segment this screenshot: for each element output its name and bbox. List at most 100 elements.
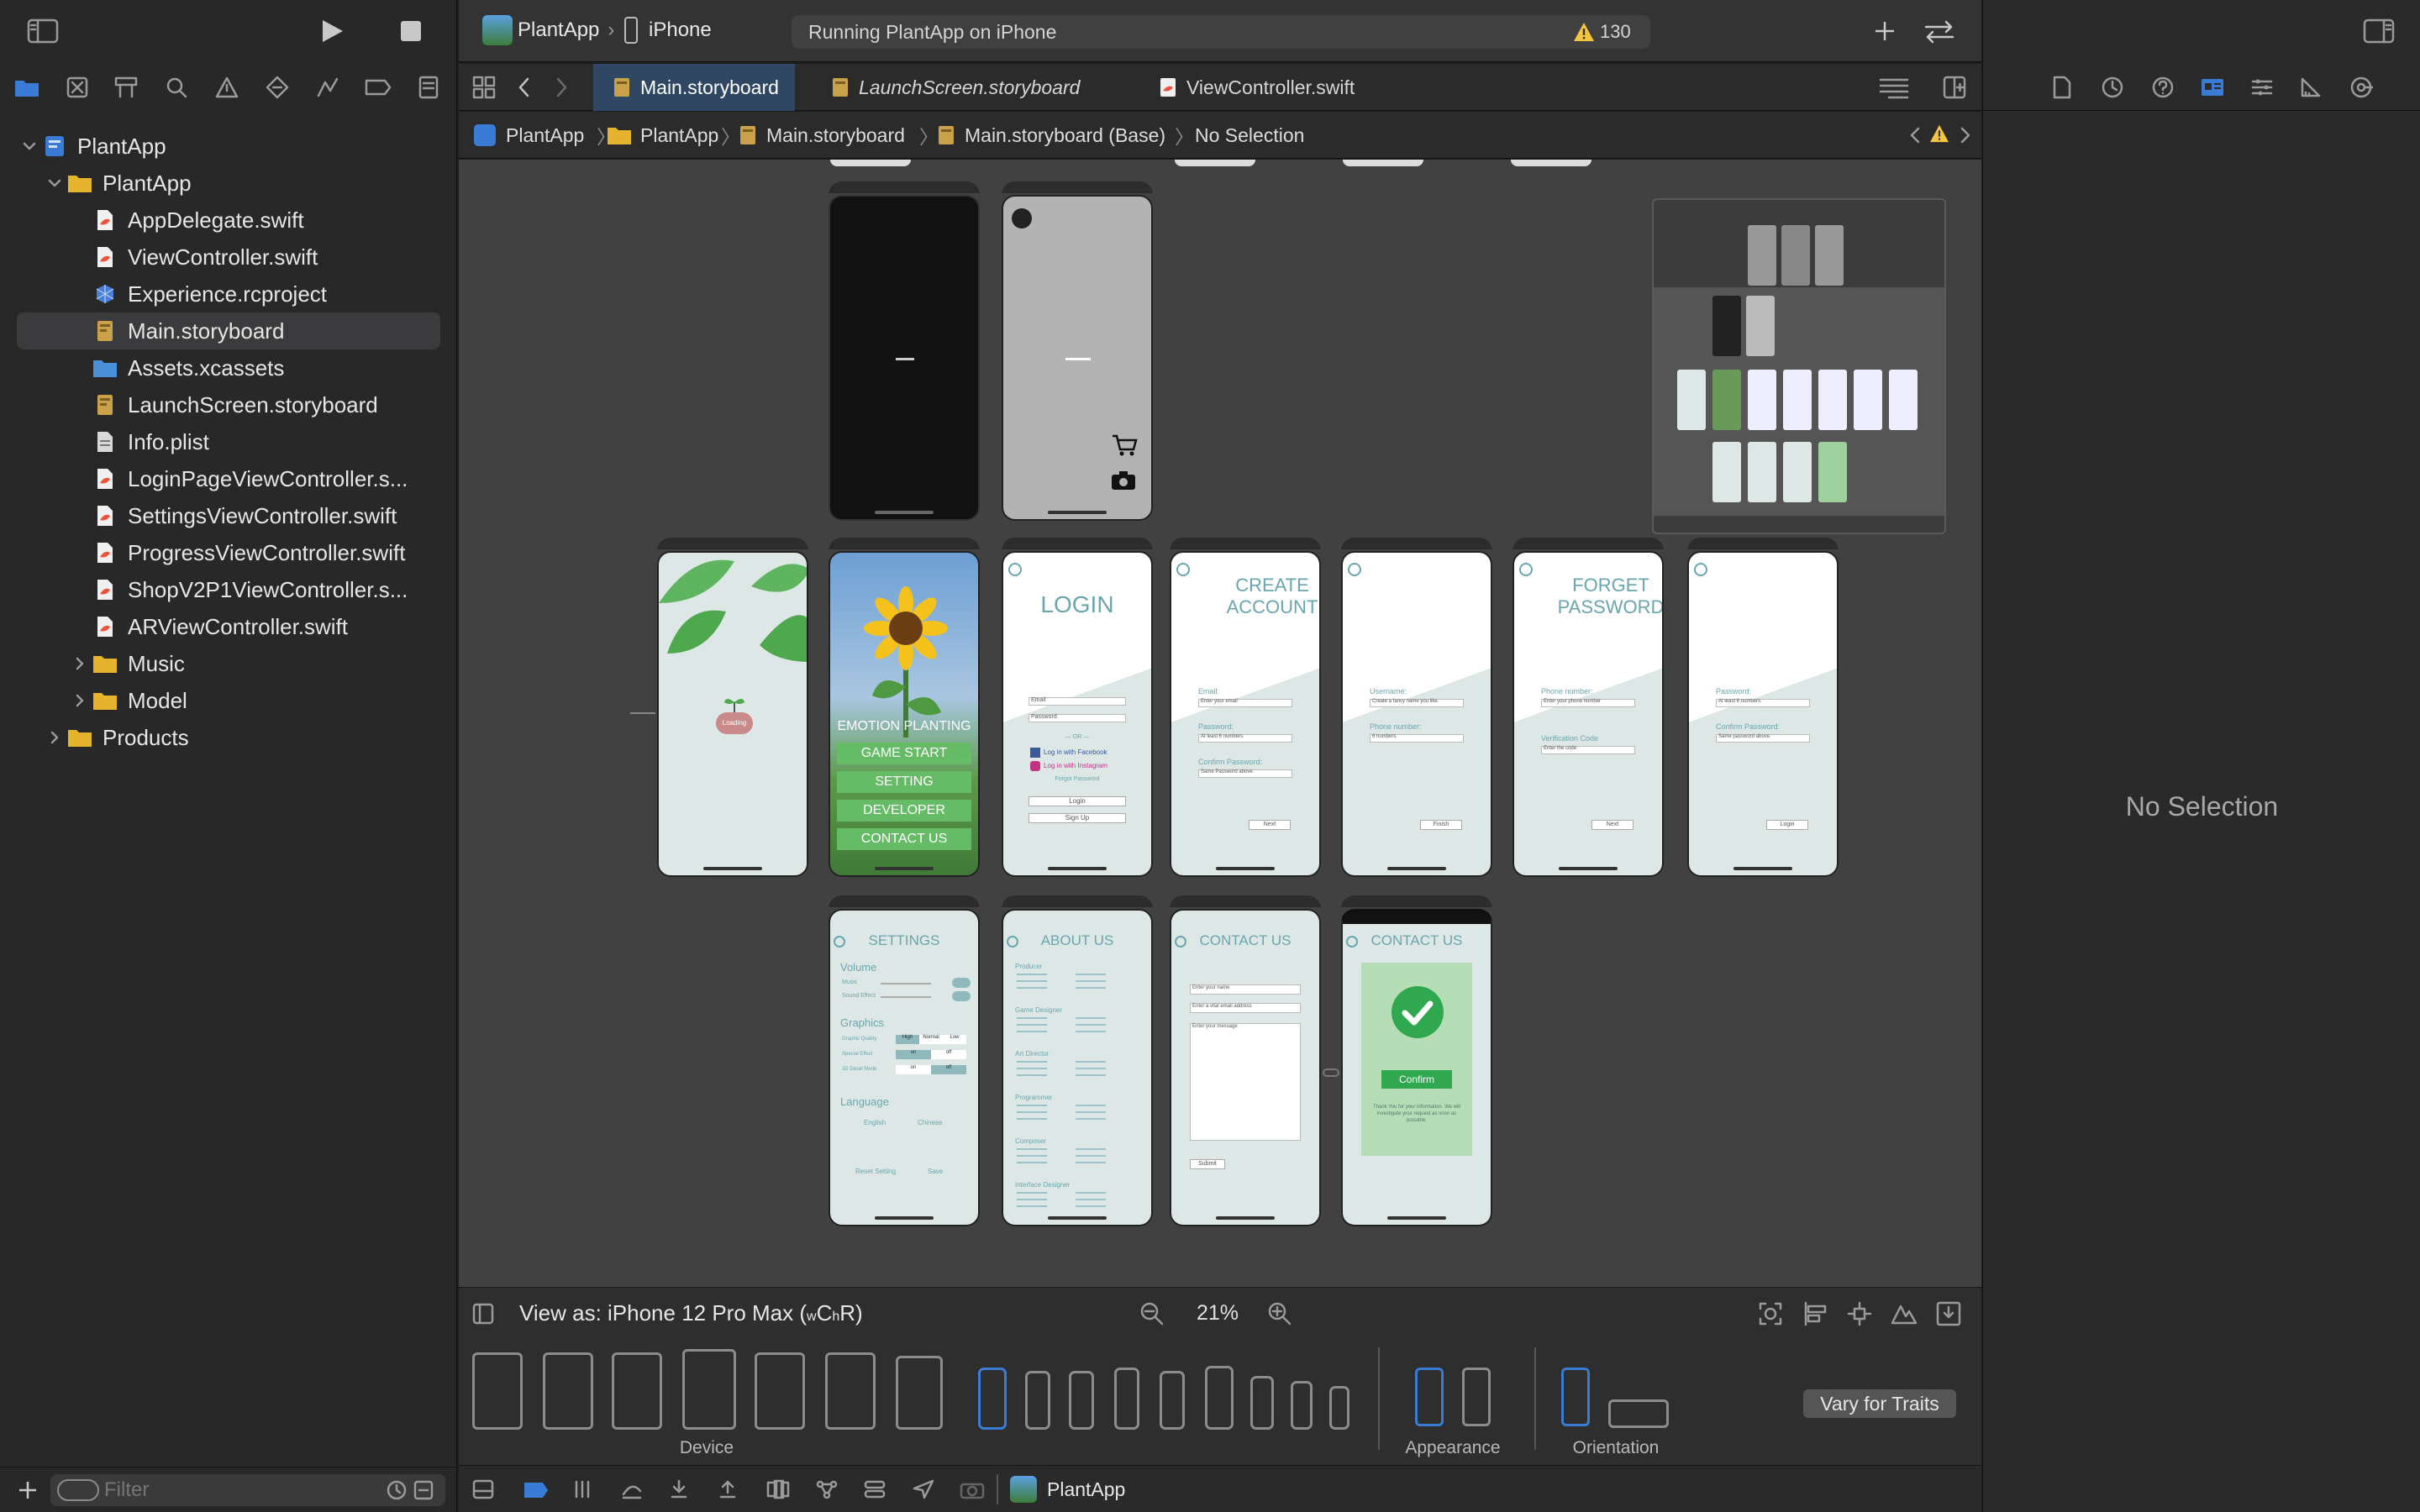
symbol-navigator-icon[interactable] xyxy=(109,71,143,104)
size-inspector-icon[interactable] xyxy=(2299,76,2323,99)
breakpoints-toggle-icon[interactable] xyxy=(523,1481,550,1499)
document-outline-toggle-icon[interactable] xyxy=(472,1303,494,1325)
scene-ar-view-controller[interactable] xyxy=(1002,181,1153,521)
forward-arrow-icon[interactable] xyxy=(553,76,570,99)
file-tree-item[interactable]: Assets.xcassets xyxy=(17,349,440,386)
chevron-right-icon[interactable] xyxy=(67,688,92,713)
pause-icon[interactable] xyxy=(573,1479,592,1499)
inspector-toggle-icon[interactable] xyxy=(2363,18,2395,44)
filter-options-icon[interactable] xyxy=(57,1479,99,1501)
file-tree-item[interactable]: Experience.rcproject xyxy=(17,276,440,312)
recent-files-icon[interactable] xyxy=(387,1480,407,1500)
tab-viewcontroller-swift[interactable]: ViewController.swift xyxy=(1123,64,1459,111)
step-out-icon[interactable] xyxy=(718,1479,738,1499)
scene-view-controller[interactable] xyxy=(829,181,980,521)
file-tree-item[interactable]: LoginPageViewController.s... xyxy=(17,460,440,497)
chevron-down-icon[interactable] xyxy=(17,134,42,159)
breadcrumb-project[interactable]: PlantApp xyxy=(474,112,584,159)
chevron-right-icon[interactable] xyxy=(67,651,92,676)
file-tree-item[interactable]: Model xyxy=(17,682,440,719)
scene-login[interactable]: LOGIN Email Password — OR — Log in with … xyxy=(1002,538,1153,877)
view-as-label[interactable]: View as: iPhone 12 Pro Max (w C h R) xyxy=(519,1288,863,1338)
file-inspector-icon[interactable] xyxy=(2052,76,2072,99)
breadcrumb-file[interactable]: Main.storyboard xyxy=(739,112,905,159)
memory-graph-icon[interactable] xyxy=(815,1479,839,1499)
ipad-device-option[interactable] xyxy=(612,1352,662,1430)
history-inspector-icon[interactable] xyxy=(2101,76,2124,99)
next-issue-icon[interactable] xyxy=(1958,123,1973,147)
code-review-icon[interactable] xyxy=(1923,18,1956,44)
scene-partial[interactable] xyxy=(1511,160,1591,166)
simulate-location-icon[interactable] xyxy=(913,1479,934,1499)
view-debugger-icon[interactable] xyxy=(766,1479,790,1499)
ipad-device-option[interactable] xyxy=(825,1352,876,1430)
add-editor-icon[interactable] xyxy=(1943,76,1966,99)
run-icon[interactable] xyxy=(318,18,346,44)
iphone-12-pro-max-device-option[interactable] xyxy=(978,1368,1007,1430)
scheme-selector[interactable]: PlantApp › xyxy=(518,15,623,45)
filter-field[interactable] xyxy=(50,1474,445,1506)
test-navigator-icon[interactable] xyxy=(260,71,294,104)
vary-for-traits-button[interactable]: Vary for Traits xyxy=(1803,1389,1956,1418)
file-tree-item[interactable]: PlantApp xyxy=(17,128,440,165)
step-into-icon[interactable] xyxy=(669,1479,689,1499)
step-over-icon[interactable] xyxy=(620,1479,644,1499)
file-tree-item[interactable]: ARViewController.swift xyxy=(17,608,440,645)
scene-create-account[interactable]: CREATE ACCOUNT Email: Enter your email P… xyxy=(1170,538,1321,877)
file-tree-item[interactable]: Music xyxy=(17,645,440,682)
storyboard-canvas[interactable]: Loading EMOTION PLANTING GAME START SETT… xyxy=(459,160,1981,1287)
iphone-device-option[interactable] xyxy=(1160,1371,1185,1430)
breadcrumb-folder[interactable]: PlantApp xyxy=(607,112,718,159)
file-tree-item[interactable]: PlantApp xyxy=(17,165,440,202)
ipad-device-option[interactable] xyxy=(755,1352,805,1430)
file-tree-item[interactable]: Info.plist xyxy=(17,423,440,460)
file-tree-item[interactable]: Products xyxy=(17,719,440,756)
scene-about-us[interactable]: ABOUT US Producer Game Designer Art Direct… xyxy=(1002,895,1153,1226)
iphone-device-option[interactable] xyxy=(1291,1381,1313,1430)
scene-contact-confirmed[interactable]: CONTACT US Confirm Thank You for your in… xyxy=(1341,895,1492,1226)
scene-main-menu[interactable]: EMOTION PLANTING GAME START SETTING DEVE… xyxy=(829,538,980,877)
tab-main-storyboard[interactable]: Main.storyboard xyxy=(593,64,795,111)
environment-overrides-icon[interactable] xyxy=(864,1479,886,1499)
add-icon[interactable] xyxy=(17,1479,39,1501)
connections-inspector-icon[interactable] xyxy=(2349,76,2373,99)
ipad-device-option[interactable] xyxy=(543,1352,593,1430)
warning-icon[interactable] xyxy=(1929,124,1949,143)
storyboard-minimap[interactable] xyxy=(1652,198,1946,534)
tab-launchscreen-storyboard[interactable]: LaunchScreen.storyboard xyxy=(795,64,1123,111)
ipad-device-option[interactable] xyxy=(896,1356,943,1430)
scene-progress-view-controller[interactable]: Loading xyxy=(657,538,808,877)
file-tree-item[interactable]: ShopV2P1ViewController.s... xyxy=(17,571,440,608)
previous-issue-icon[interactable] xyxy=(1907,123,1923,147)
chevron-right-icon[interactable] xyxy=(42,725,67,750)
file-tree-item[interactable]: Main.storyboard xyxy=(17,312,440,349)
camera-capture-icon[interactable] xyxy=(960,1479,985,1499)
debug-target[interactable]: PlantApp xyxy=(1047,1466,1125,1512)
scene-reset-password[interactable]: Password: At least 6 numbers. Confirm Pa… xyxy=(1687,538,1839,877)
light-appearance-option[interactable] xyxy=(1415,1368,1444,1426)
resolve-autolayout-icon[interactable] xyxy=(1891,1301,1918,1326)
debug-navigator-icon[interactable] xyxy=(311,71,345,104)
add-library-icon[interactable] xyxy=(1872,18,1897,44)
zoom-out-icon[interactable] xyxy=(1139,1301,1165,1326)
warning-icon[interactable] xyxy=(1573,22,1595,42)
scene-username[interactable]: Username: Create a fancy name you like. … xyxy=(1341,538,1492,877)
identity-inspector-icon[interactable] xyxy=(2200,76,2225,99)
file-tree-item[interactable]: ViewController.swift xyxy=(17,239,440,276)
find-navigator-icon[interactable] xyxy=(160,71,193,104)
align-icon[interactable] xyxy=(1803,1301,1828,1326)
related-items-icon[interactable] xyxy=(472,76,496,99)
sidebar-toggle-icon[interactable] xyxy=(27,18,59,44)
back-arrow-icon[interactable] xyxy=(516,76,533,99)
scene-forget-password[interactable]: FORGET PASSWORD Phone number: Enter your… xyxy=(1512,538,1664,877)
iphone-device-option[interactable] xyxy=(1025,1371,1050,1430)
breadcrumb-selection[interactable]: No Selection xyxy=(1195,112,1304,159)
portrait-orientation-option[interactable] xyxy=(1561,1368,1590,1426)
zoom-level[interactable]: 21% xyxy=(1197,1288,1239,1338)
issue-navigator-icon[interactable] xyxy=(210,71,244,104)
source-control-navigator-icon[interactable] xyxy=(60,71,94,104)
source-control-filter-icon[interactable] xyxy=(413,1480,434,1500)
scene-partial[interactable] xyxy=(1343,160,1423,166)
add-constraints-icon[interactable] xyxy=(1847,1301,1872,1326)
quick-help-icon[interactable] xyxy=(2151,76,2175,99)
